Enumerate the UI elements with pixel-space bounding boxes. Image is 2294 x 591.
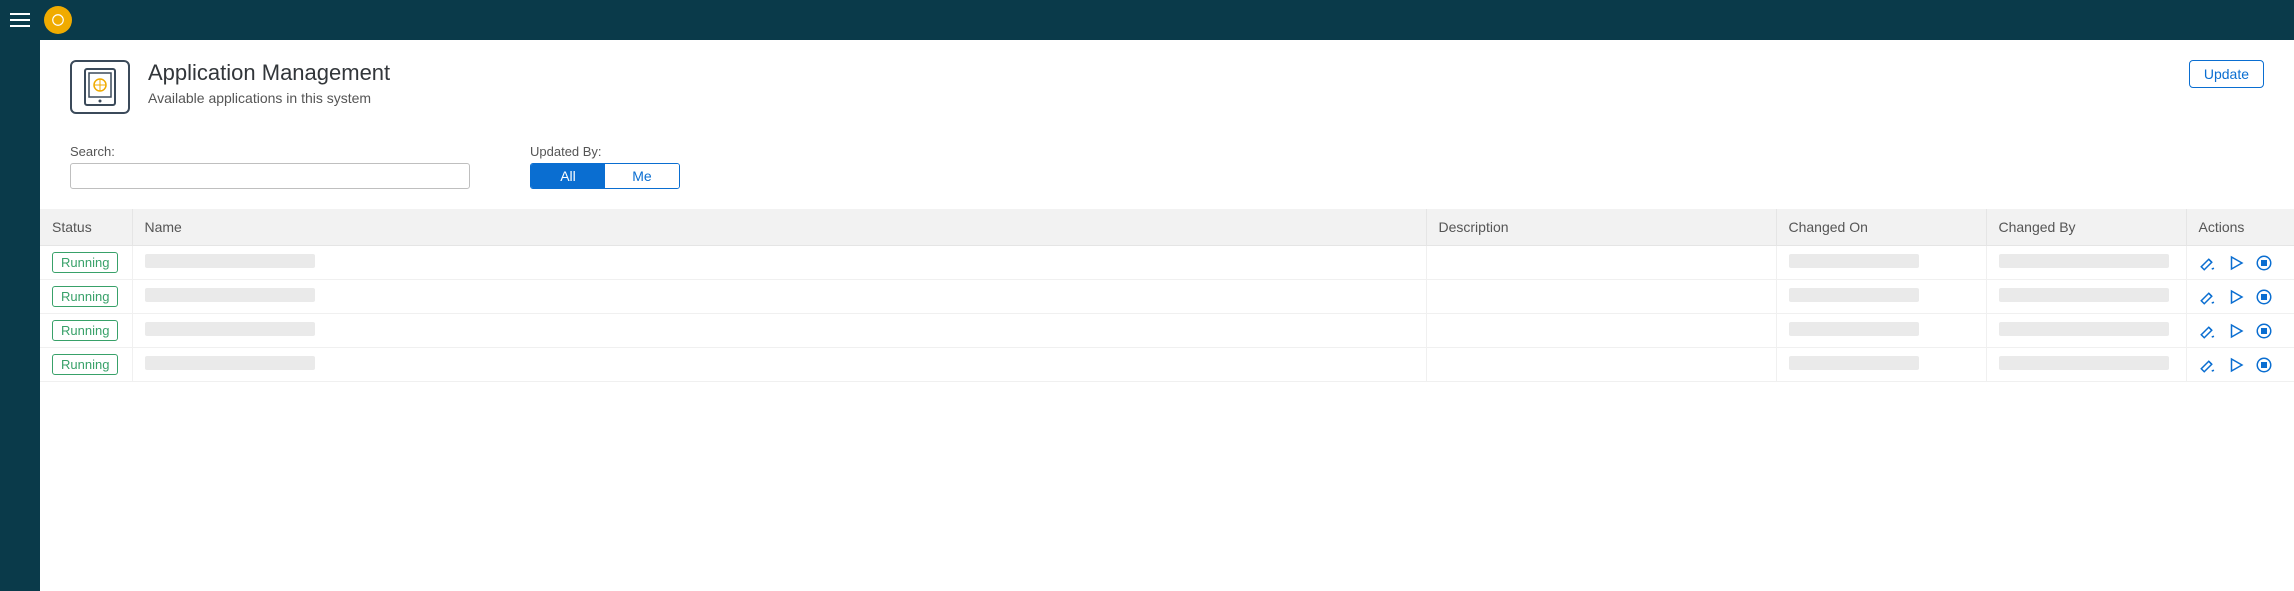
table-row[interactable]: Running — [40, 246, 2294, 280]
left-rail — [0, 40, 40, 591]
status-badge: Running — [52, 286, 118, 307]
name-placeholder — [145, 254, 315, 268]
updated-by-segment: All Me — [530, 163, 680, 189]
changed-on-placeholder — [1789, 288, 1919, 302]
search-input[interactable] — [70, 163, 470, 189]
stop-icon[interactable] — [2255, 288, 2273, 306]
table: Status Name Description Changed On Chang… — [40, 209, 2294, 591]
name-placeholder — [145, 288, 315, 302]
changed-by-placeholder — [1999, 356, 2169, 370]
col-changed-on[interactable]: Changed On — [1776, 209, 1986, 246]
play-icon[interactable] — [2227, 288, 2245, 306]
play-icon[interactable] — [2227, 254, 2245, 272]
filter-row: Search: Updated By: All Me — [40, 124, 2294, 209]
col-description[interactable]: Description — [1426, 209, 1776, 246]
page-subtitle: Available applications in this system — [148, 90, 2189, 106]
name-placeholder — [145, 356, 315, 370]
play-icon[interactable] — [2227, 322, 2245, 340]
update-button[interactable]: Update — [2189, 60, 2264, 88]
edit-icon[interactable] — [2199, 322, 2217, 340]
col-actions: Actions — [2186, 209, 2294, 246]
stop-icon[interactable] — [2255, 254, 2273, 272]
changed-by-placeholder — [1999, 322, 2169, 336]
edit-icon[interactable] — [2199, 288, 2217, 306]
changed-on-placeholder — [1789, 322, 1919, 336]
app-icon — [70, 60, 130, 114]
changed-on-placeholder — [1789, 356, 1919, 370]
search-label: Search: — [70, 144, 470, 159]
page-header: Application Management Available applica… — [40, 40, 2294, 124]
changed-by-placeholder — [1999, 254, 2169, 268]
status-badge: Running — [52, 252, 118, 273]
status-badge: Running — [52, 354, 118, 375]
table-row[interactable]: Running — [40, 280, 2294, 314]
segment-me[interactable]: Me — [605, 164, 679, 188]
stop-icon[interactable] — [2255, 322, 2273, 340]
edit-icon[interactable] — [2199, 356, 2217, 374]
topbar — [0, 0, 2294, 40]
content: Application Management Available applica… — [40, 40, 2294, 591]
page-title: Application Management — [148, 60, 2189, 86]
col-status[interactable]: Status — [40, 209, 132, 246]
avatar[interactable] — [44, 6, 72, 34]
changed-on-placeholder — [1789, 254, 1919, 268]
table-row[interactable]: Running — [40, 348, 2294, 382]
changed-by-placeholder — [1999, 288, 2169, 302]
updated-by-label: Updated By: — [530, 144, 680, 159]
stop-icon[interactable] — [2255, 356, 2273, 374]
edit-icon[interactable] — [2199, 254, 2217, 272]
segment-all[interactable]: All — [531, 164, 605, 188]
status-badge: Running — [52, 320, 118, 341]
play-icon[interactable] — [2227, 356, 2245, 374]
col-name[interactable]: Name — [132, 209, 1426, 246]
col-changed-by[interactable]: Changed By — [1986, 209, 2186, 246]
menu-icon[interactable] — [10, 8, 34, 32]
name-placeholder — [145, 322, 315, 336]
table-row[interactable]: Running — [40, 314, 2294, 348]
